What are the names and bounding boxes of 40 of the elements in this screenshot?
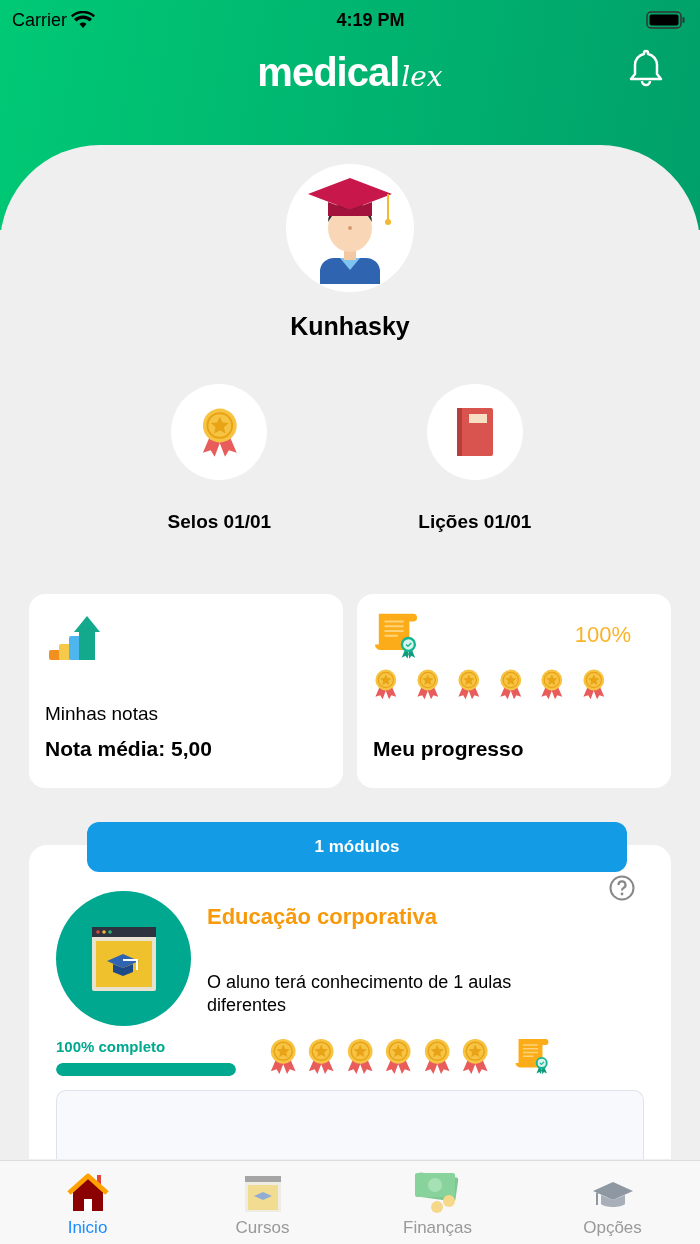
notification-bell-icon[interactable] (628, 48, 664, 88)
tab-button[interactable]: Cursos (202, 1161, 323, 1244)
medal-icon (414, 667, 441, 700)
book-icon (456, 407, 493, 456)
user-name: Kunhasky (290, 311, 410, 342)
carrier-label: Carrier (12, 8, 67, 32)
medal-icon (580, 667, 607, 700)
course-title: Educação corporativa (207, 902, 438, 931)
stat-label: Selos 01/01 (167, 509, 272, 534)
logo-text: medical (257, 49, 400, 96)
course-window-icon (90, 925, 157, 992)
tab-button[interactable]: Inicio (27, 1161, 148, 1244)
tab-button[interactable]: Finanças (377, 1161, 498, 1244)
progress-label: 100% completo (56, 1037, 167, 1057)
battery-icon (646, 10, 686, 30)
chart-growth-icon (49, 614, 101, 662)
clock-time: 4:19 PM (336, 8, 405, 32)
wifi-icon (71, 11, 95, 29)
medal-icon (306, 1036, 337, 1075)
stat-label: Lições 01/01 (418, 509, 532, 534)
help-icon[interactable] (609, 875, 635, 901)
progress-title: Meu progresso (373, 735, 525, 762)
medal-icon (373, 667, 399, 700)
medal-icon (383, 1036, 414, 1075)
medal-icon (497, 667, 524, 700)
medal-icon (268, 1036, 299, 1075)
progress-percent: 100% (574, 621, 631, 650)
grades-card[interactable]: Minhas notas Nota média: 5,00 (29, 594, 343, 788)
house-icon (66, 1173, 109, 1213)
course-window-icon (243, 1175, 282, 1213)
medal-icon (539, 667, 565, 700)
modules-banner[interactable]: 1 módulos (87, 822, 627, 872)
progress-card[interactable]: 100% Meu progresso (357, 594, 671, 788)
tab-button[interactable]: Opções (552, 1161, 673, 1244)
grades-title: Minhas notas (45, 702, 159, 726)
course-description: O aluno terá conhecimento de 1 aulas diferentes (207, 970, 513, 1017)
certificate-icon (514, 1036, 551, 1076)
medal-icon (456, 667, 482, 700)
logo-script-text: lex (401, 59, 443, 95)
average-grade: Nota média: 5,00 (45, 735, 213, 762)
